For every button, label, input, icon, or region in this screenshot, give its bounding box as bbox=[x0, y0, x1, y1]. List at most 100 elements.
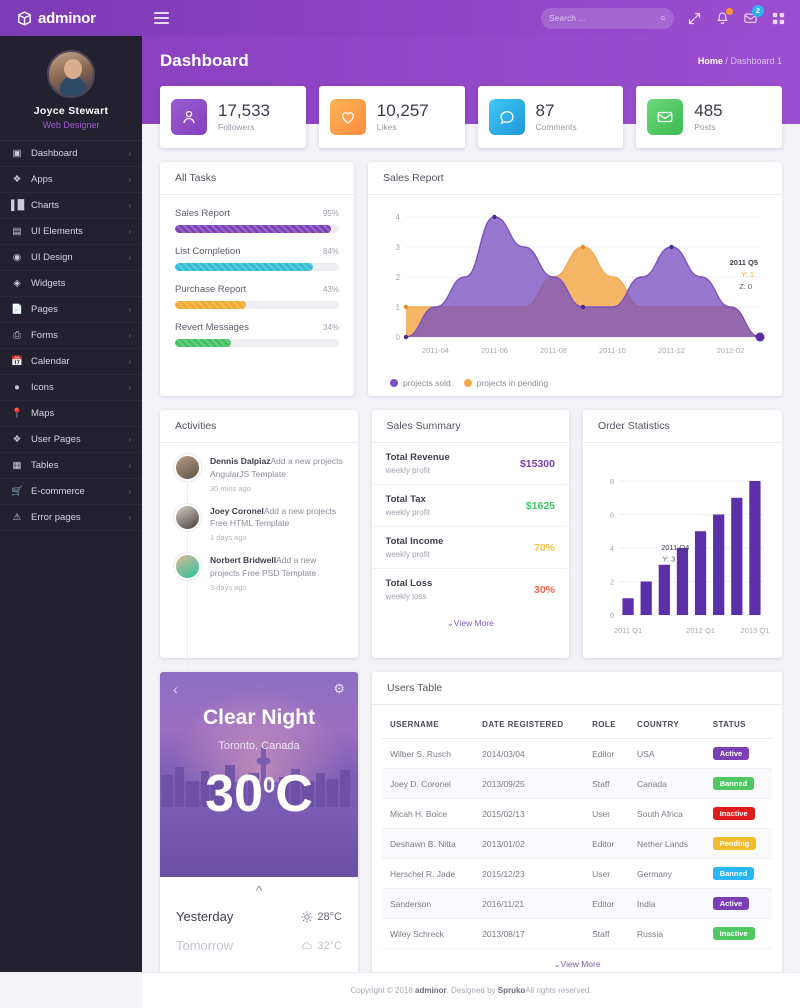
gear-icon[interactable]: ⚙ bbox=[333, 681, 345, 697]
svg-text:Y: 1: Y: 1 bbox=[741, 270, 754, 279]
stat-card-likes[interactable]: 10,257 Likes bbox=[318, 86, 465, 148]
sidebar-item-ecommerce[interactable]: 🛒 E-commerce › bbox=[0, 479, 142, 505]
forecast-row-tomorrow[interactable]: Tomorrow 32°C bbox=[176, 931, 342, 960]
breadcrumb-separator: / bbox=[725, 56, 728, 66]
column-date-registered[interactable]: DATE REGISTERED bbox=[474, 711, 585, 739]
sidebar-item-forms[interactable]: ⎙ Forms › bbox=[0, 323, 142, 349]
table-row[interactable]: Wiley Schreck 2013/08/17 Staff Russia Inacti… bbox=[382, 918, 772, 949]
sidebar-item-calendar[interactable]: 📅 Calendar › bbox=[0, 349, 142, 375]
grid-icon[interactable] bbox=[771, 11, 786, 26]
cell-role: Editor bbox=[584, 828, 630, 859]
table-row[interactable]: Sanderson 2016/11/21 Editor India Active bbox=[382, 888, 772, 919]
sidebar-item-error-pages[interactable]: ⚠ Error pages › bbox=[0, 505, 142, 531]
list-item[interactable]: Dennis DalpiazAdd a new projects Angular… bbox=[174, 454, 344, 493]
sidebar-item-maps[interactable]: 📍 Maps bbox=[0, 401, 142, 427]
map-pin-icon: 📍 bbox=[11, 408, 23, 419]
chevron-up-icon[interactable]: ^ bbox=[176, 881, 342, 902]
summary-row[interactable]: Total Revenue weekly profit $15300 bbox=[371, 443, 569, 485]
top-header-bar: adminor 2 bbox=[0, 0, 800, 36]
sidebar: Joyce Stewart Web Designer ▣ Dashboard ›… bbox=[0, 36, 142, 972]
layers-icon: ▤ bbox=[12, 226, 22, 237]
task-percent: 84% bbox=[322, 247, 339, 256]
forecast-temp: 32°C bbox=[317, 939, 342, 952]
chevron-right-icon: › bbox=[128, 513, 131, 522]
column-username[interactable]: USERNAME bbox=[382, 711, 475, 739]
progress-track bbox=[175, 225, 339, 233]
sidebar-item-pages[interactable]: 📄 Pages › bbox=[0, 297, 142, 323]
user-pages-icon: ❖ bbox=[12, 434, 22, 445]
cell-date: 2013/08/17 bbox=[474, 918, 585, 949]
stat-value: 87 bbox=[535, 100, 555, 120]
column-role[interactable]: ROLE bbox=[584, 711, 630, 739]
legend-item[interactable]: projects in pending bbox=[463, 378, 548, 388]
stat-card-comments[interactable]: 87 Comments bbox=[477, 86, 624, 148]
activities-card: Activities Dennis DalpiazAdd a new proje… bbox=[160, 410, 358, 711]
column-status[interactable]: STATUS bbox=[704, 711, 772, 739]
cell-role: Editor bbox=[584, 888, 630, 919]
sidebar-item-user-pages[interactable]: ❖ User Pages › bbox=[0, 427, 142, 453]
stat-value: 485 bbox=[694, 100, 723, 120]
sidebar-item-tables[interactable]: ▦ Tables › bbox=[0, 453, 142, 479]
sales-area-chart[interactable]: 0 1 2 3 4 2011-04 2011-06 2011-08 2011-10 2011-12… bbox=[380, 205, 770, 365]
breadcrumb-home[interactable]: Home bbox=[698, 56, 723, 66]
column-country[interactable]: COUNTRY bbox=[629, 711, 705, 739]
table-row[interactable]: Joey D. Coronel 2013/09/25 Staff Canada Bann… bbox=[382, 768, 772, 799]
search-input[interactable] bbox=[549, 13, 660, 23]
stat-card-followers[interactable]: 17,533 Followers bbox=[160, 86, 306, 148]
summary-row[interactable]: Total Loss weekly loss 30% bbox=[372, 569, 570, 610]
svg-text:2011 Q4: 2011 Q4 bbox=[661, 543, 689, 552]
avatar bbox=[174, 503, 201, 531]
sidebar-item-apps[interactable]: ❖ Apps › bbox=[0, 167, 142, 193]
task-item[interactable]: Purchase Report 43% bbox=[175, 271, 339, 309]
bell-icon[interactable] bbox=[715, 7, 733, 26]
stat-cards-row: 17,533 Followers 10,257 Likes 87 Comment… bbox=[160, 86, 782, 148]
svg-text:2011-04: 2011-04 bbox=[422, 346, 449, 355]
expand-icon[interactable] bbox=[687, 11, 702, 26]
stat-card-posts[interactable]: 485 Posts bbox=[636, 86, 782, 148]
hamburger-icon[interactable] bbox=[150, 8, 173, 28]
summary-title: Total Tax bbox=[385, 494, 426, 505]
view-more-link[interactable]: ⌄View More bbox=[372, 610, 570, 637]
degree-symbol: 0 bbox=[263, 772, 276, 798]
breadcrumb: Home / Dashboard 1 bbox=[698, 56, 782, 66]
sidebar-item-ui-elements[interactable]: ▤ UI Elements › bbox=[0, 219, 142, 245]
sidebar-item-widgets[interactable]: ◈ Widgets bbox=[0, 271, 142, 297]
sidebar-item-label: Maps bbox=[31, 408, 55, 419]
forecast-row-yesterday[interactable]: Yesterday 28°C bbox=[176, 902, 342, 931]
sidebar-item-ui-design[interactable]: ◉ UI Design › bbox=[0, 245, 142, 271]
summary-value: $15300 bbox=[519, 457, 555, 470]
content-area: 17,533 Followers 10,257 Likes 87 Comment… bbox=[142, 86, 800, 982]
legend-item[interactable]: projects sold bbox=[390, 378, 451, 388]
list-item[interactable]: Joey CoronelAdd a new projects Free HTML… bbox=[174, 503, 344, 542]
sidebar-item-charts[interactable]: ▌▉ Charts › bbox=[0, 193, 142, 219]
forms-icon: ⎙ bbox=[13, 330, 21, 341]
task-item[interactable]: List Completion 84% bbox=[175, 233, 339, 271]
chevron-left-icon[interactable]: ‹ bbox=[173, 681, 178, 697]
table-row[interactable]: Micah H. Boice 2015/02/13 User South Africa… bbox=[382, 798, 772, 829]
task-item[interactable]: Sales Report 95% bbox=[175, 195, 339, 233]
search-icon[interactable] bbox=[660, 13, 666, 24]
search-box[interactable] bbox=[541, 7, 674, 29]
card-title: Sales Summary bbox=[386, 420, 461, 432]
table-row[interactable]: Deshawn B. Nitta 2013/01/02 Editor Nether L… bbox=[382, 828, 772, 859]
bell-notification-dot bbox=[726, 7, 733, 15]
cell-username: Sanderson bbox=[382, 888, 475, 919]
summary-row[interactable]: Total Income weekly profit 70% bbox=[371, 527, 569, 569]
card-header: All Tasks bbox=[160, 162, 354, 195]
brand-logo-area[interactable]: adminor bbox=[0, 0, 142, 36]
card-title: Order Statistics bbox=[598, 420, 670, 432]
table-row[interactable]: Herschel R. Jade 2015/12/23 User Germany Ban… bbox=[382, 858, 772, 889]
list-item[interactable]: Norbert BridwellAdd a new projects Free … bbox=[174, 553, 344, 592]
sidebar-profile[interactable]: Joyce Stewart Web Designer bbox=[0, 36, 142, 140]
summary-row[interactable]: Total Tax weekly profit $1625 bbox=[371, 485, 569, 527]
sidebar-item-icons[interactable]: ● Icons › bbox=[0, 375, 142, 401]
message-icon[interactable]: 2 bbox=[743, 4, 764, 26]
table-header: USERNAME DATE REGISTERED ROLE COUNTRY ST… bbox=[382, 711, 772, 739]
table-row[interactable]: Wilber S. Rusch 2014/03/04 Editor USA Active bbox=[382, 738, 772, 769]
task-item[interactable]: Revert Messages 34% bbox=[175, 309, 339, 347]
cell-role: Staff bbox=[584, 918, 630, 949]
sidebar-item-dashboard[interactable]: ▣ Dashboard › bbox=[0, 141, 142, 167]
chevron-right-icon: › bbox=[128, 383, 131, 392]
profile-role: Web Designer bbox=[42, 120, 100, 130]
order-bar-chart[interactable]: 0 2 4 6 8 2011 Q1 2012 Q1 2013 Q1 2011 Q4 Y: 3 bbox=[595, 453, 770, 643]
